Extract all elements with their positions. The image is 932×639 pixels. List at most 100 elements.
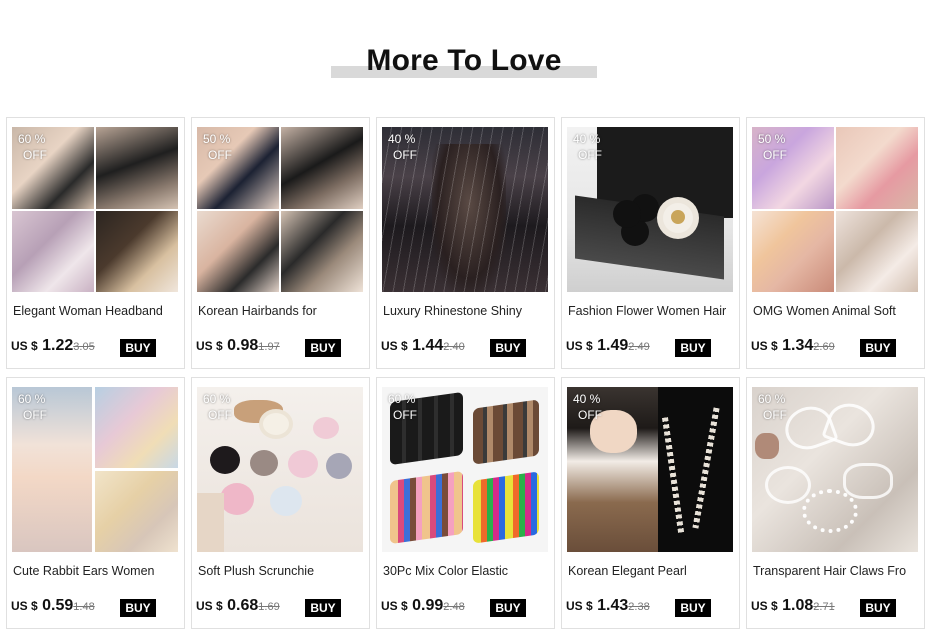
discount-percent: 60 % (758, 392, 786, 406)
discount-off-label: OFF (393, 148, 417, 162)
section-header: More To Love (331, 42, 597, 82)
product-card[interactable]: 60 % OFF 30Pc Mix Color Elastic US $ 0.9… (376, 377, 555, 629)
discount-percent: 50 % (203, 132, 231, 146)
current-price: 1.22 (42, 337, 74, 354)
product-grid: 60 % OFF Elegant Woman Headband US $ 1.2… (6, 117, 926, 629)
discount-badge: 60 % OFF (18, 131, 47, 163)
discount-off-label: OFF (763, 408, 787, 422)
discount-percent: 40 % (573, 132, 601, 146)
discount-off-label: OFF (23, 148, 47, 162)
original-price: 1.69 (258, 601, 280, 613)
buy-button[interactable]: BUY (675, 599, 711, 617)
original-price: 2.38 (628, 601, 650, 613)
currency-label: US $ (196, 599, 223, 613)
discount-percent: 40 % (388, 132, 416, 146)
product-card[interactable]: 50 % OFF Korean Hairbands for US $ 0.981… (191, 117, 370, 369)
product-name[interactable]: Cute Rabbit Ears Women (13, 564, 179, 578)
current-price: 0.59 (42, 597, 74, 614)
original-price: 2.69 (813, 341, 835, 353)
current-price: 1.43 (597, 597, 629, 614)
discount-percent: 60 % (203, 392, 231, 406)
discount-badge: 40 % OFF (573, 131, 602, 163)
product-card[interactable]: 40 % OFF Korean Elegant Pearl US $ 1.432… (561, 377, 740, 629)
currency-label: US $ (381, 599, 408, 613)
product-name[interactable]: Soft Plush Scrunchie (198, 564, 364, 578)
discount-off-label: OFF (763, 148, 787, 162)
product-name[interactable]: Elegant Woman Headband (13, 304, 179, 318)
discount-percent: 60 % (388, 392, 416, 406)
original-price: 1.97 (258, 341, 280, 353)
price-row: US $ 1.432.38 BUY (566, 597, 736, 619)
currency-label: US $ (751, 339, 778, 353)
discount-off-label: OFF (578, 408, 602, 422)
product-card[interactable]: 50 % OFF OMG Women Animal Soft US $ 1.34… (746, 117, 925, 369)
price-row: US $ 1.442.40 BUY (381, 337, 551, 359)
currency-label: US $ (566, 599, 593, 613)
currency-label: US $ (566, 339, 593, 353)
current-price: 1.44 (412, 337, 444, 354)
product-card[interactable]: 60 % OFF Elegant Woman Headband US $ 1.2… (6, 117, 185, 369)
buy-button[interactable]: BUY (305, 599, 341, 617)
currency-label: US $ (196, 339, 223, 353)
discount-percent: 50 % (758, 132, 786, 146)
product-name[interactable]: Fashion Flower Women Hair (568, 304, 734, 318)
original-price: 1.48 (73, 601, 95, 613)
price-row: US $ 0.591.48 BUY (11, 597, 181, 619)
more-to-love-page: More To Love 60 % OFF Elegant Woman Head… (0, 0, 932, 639)
current-price: 1.08 (782, 597, 814, 614)
discount-off-label: OFF (393, 408, 417, 422)
product-name[interactable]: Transparent Hair Claws Fro (753, 564, 919, 578)
discount-off-label: OFF (208, 408, 232, 422)
buy-button[interactable]: BUY (860, 339, 896, 357)
current-price: 0.99 (412, 597, 444, 614)
discount-badge: 60 % OFF (758, 391, 787, 423)
current-price: 0.68 (227, 597, 259, 614)
price-row: US $ 0.992.48 BUY (381, 597, 551, 619)
currency-label: US $ (11, 599, 38, 613)
price-row: US $ 1.223.05 BUY (11, 337, 181, 359)
buy-button[interactable]: BUY (490, 599, 526, 617)
discount-badge: 60 % OFF (18, 391, 47, 423)
discount-percent: 60 % (18, 132, 46, 146)
product-name[interactable]: Korean Elegant Pearl (568, 564, 734, 578)
original-price: 2.49 (628, 341, 650, 353)
original-price: 2.40 (443, 341, 465, 353)
discount-badge: 50 % OFF (758, 131, 787, 163)
buy-button[interactable]: BUY (675, 339, 711, 357)
discount-badge: 40 % OFF (573, 391, 602, 423)
original-price: 2.48 (443, 601, 465, 613)
product-name[interactable]: 30Pc Mix Color Elastic (383, 564, 549, 578)
current-price: 1.49 (597, 337, 629, 354)
section-title: More To Love (366, 44, 562, 77)
price-row: US $ 1.342.69 BUY (751, 337, 921, 359)
discount-percent: 60 % (18, 392, 46, 406)
currency-label: US $ (381, 339, 408, 353)
current-price: 0.98 (227, 337, 259, 354)
discount-badge: 60 % OFF (388, 391, 417, 423)
product-name[interactable]: Korean Hairbands for (198, 304, 364, 318)
currency-label: US $ (751, 599, 778, 613)
original-price: 2.71 (813, 601, 835, 613)
discount-off-label: OFF (578, 148, 602, 162)
price-row: US $ 1.492.49 BUY (566, 337, 736, 359)
price-row: US $ 0.981.97 BUY (196, 337, 366, 359)
buy-button[interactable]: BUY (120, 339, 156, 357)
product-name[interactable]: Luxury Rhinestone Shiny (383, 304, 549, 318)
discount-percent: 40 % (573, 392, 601, 406)
current-price: 1.34 (782, 337, 814, 354)
buy-button[interactable]: BUY (305, 339, 341, 357)
buy-button[interactable]: BUY (120, 599, 156, 617)
product-card[interactable]: 60 % OFF Cute Rabbit Ears Women US $ 0.5… (6, 377, 185, 629)
price-row: US $ 0.681.69 BUY (196, 597, 366, 619)
product-card[interactable]: 60 % OFF Soft Plush Scrunchie US $ 0.681… (191, 377, 370, 629)
product-card[interactable]: 40 % OFF Fashion Flower Women Hair US $ … (561, 117, 740, 369)
product-name[interactable]: OMG Women Animal Soft (753, 304, 919, 318)
discount-badge: 60 % OFF (203, 391, 232, 423)
product-card[interactable]: 40 % OFF Luxury Rhinestone Shiny US $ 1.… (376, 117, 555, 369)
buy-button[interactable]: BUY (860, 599, 896, 617)
product-card[interactable]: 60 % OFF Transparent Hair Claws Fro US $… (746, 377, 925, 629)
discount-off-label: OFF (208, 148, 232, 162)
price-row: US $ 1.082.71 BUY (751, 597, 921, 619)
buy-button[interactable]: BUY (490, 339, 526, 357)
currency-label: US $ (11, 339, 38, 353)
